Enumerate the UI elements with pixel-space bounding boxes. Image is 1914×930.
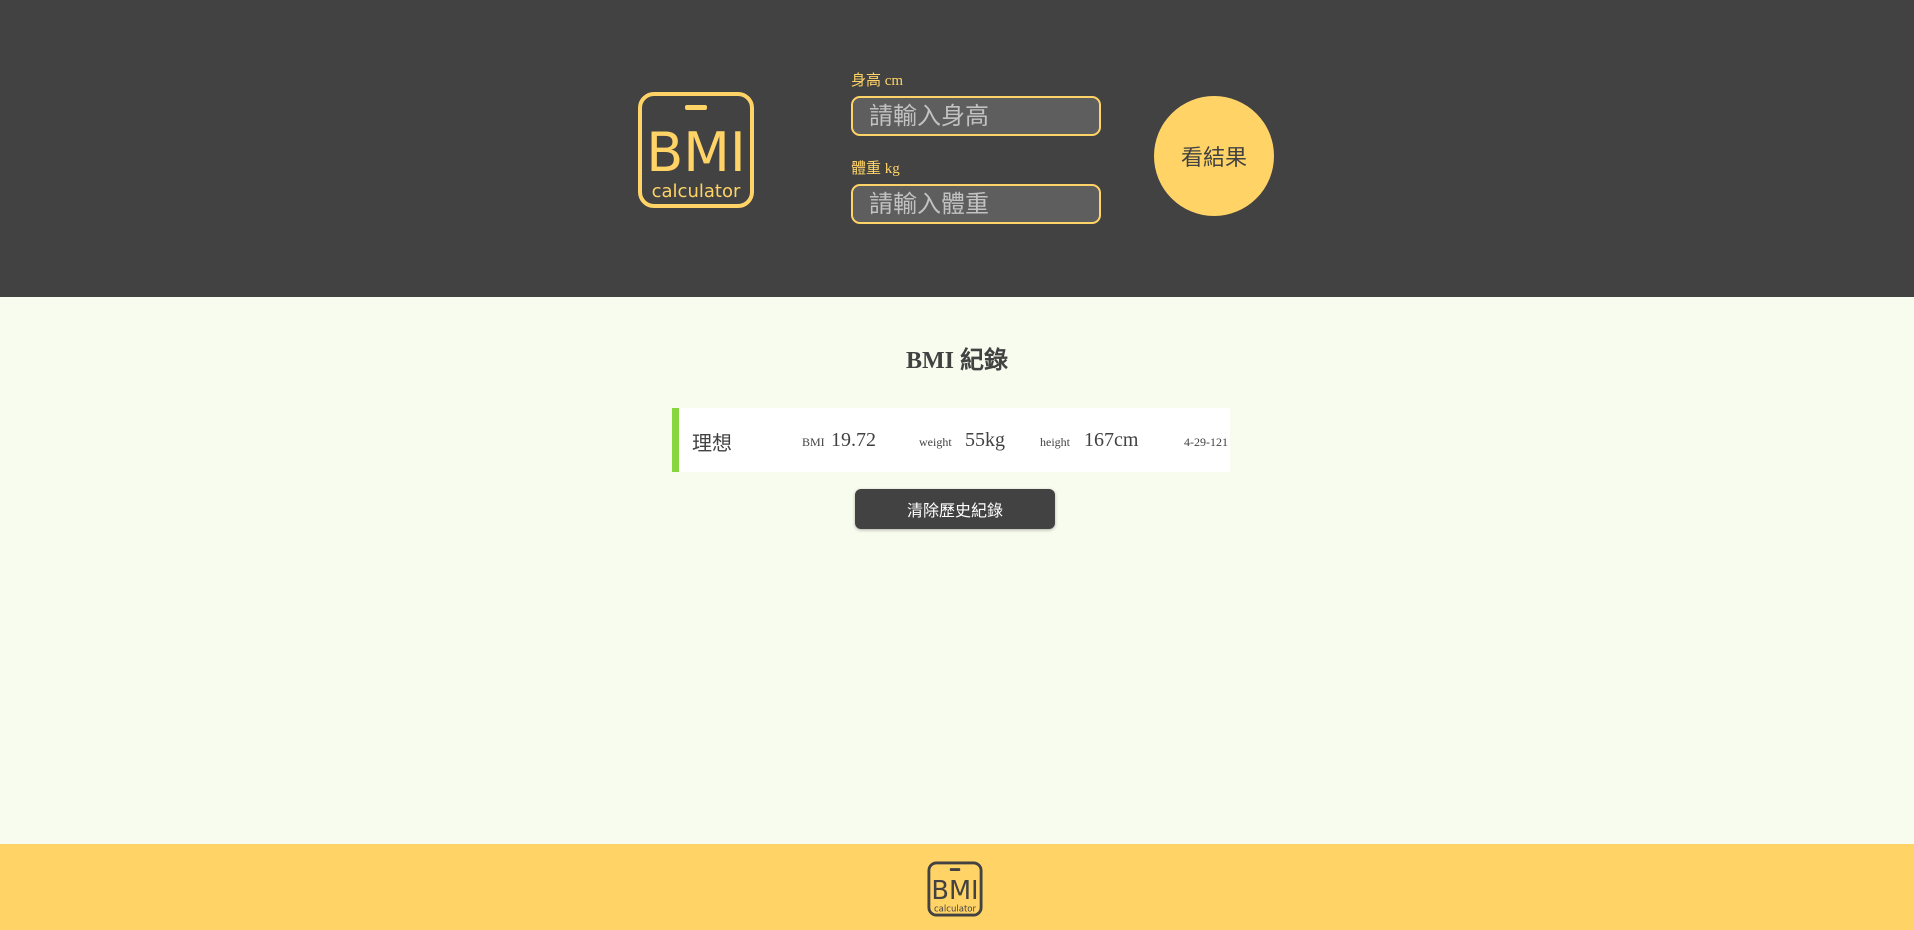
record-status: 理想 <box>692 431 732 455</box>
see-result-button[interactable]: 看結果 <box>1154 96 1274 216</box>
record-height-label: height <box>1040 435 1070 449</box>
svg-text:BMI: BMI <box>646 121 746 184</box>
svg-text:BMI: BMI <box>931 876 978 906</box>
clear-history-button[interactable]: 清除歷史紀錄 <box>855 489 1055 529</box>
bmi-logo-icon: BMI calculator <box>927 861 983 917</box>
record-date: 4-29-121 <box>1184 435 1228 449</box>
header: BMI calculator 身高 cm 體重 kg 看結果 <box>0 0 1914 297</box>
record-weight-label: weight <box>919 435 952 449</box>
svg-text:calculator: calculator <box>652 181 741 202</box>
bmi-logo-icon: BMI calculator <box>638 92 754 208</box>
record-bmi-label: BMI <box>802 435 825 449</box>
footer: BMI calculator <box>0 844 1914 930</box>
record-item: 理想 BMI 19.72 weight 55kg height 167cm 4-… <box>672 408 1230 472</box>
record-height-value: 167cm <box>1084 429 1139 451</box>
records-title: BMI 紀錄 <box>906 348 1008 374</box>
record-bmi-value: 19.72 <box>831 429 876 451</box>
record-weight-value: 55kg <box>965 429 1005 451</box>
height-label: 身高 cm <box>851 73 904 89</box>
weight-input[interactable] <box>851 184 1101 224</box>
weight-label: 體重 kg <box>851 161 900 177</box>
svg-text:calculator: calculator <box>934 904 977 914</box>
height-input[interactable] <box>851 96 1101 136</box>
